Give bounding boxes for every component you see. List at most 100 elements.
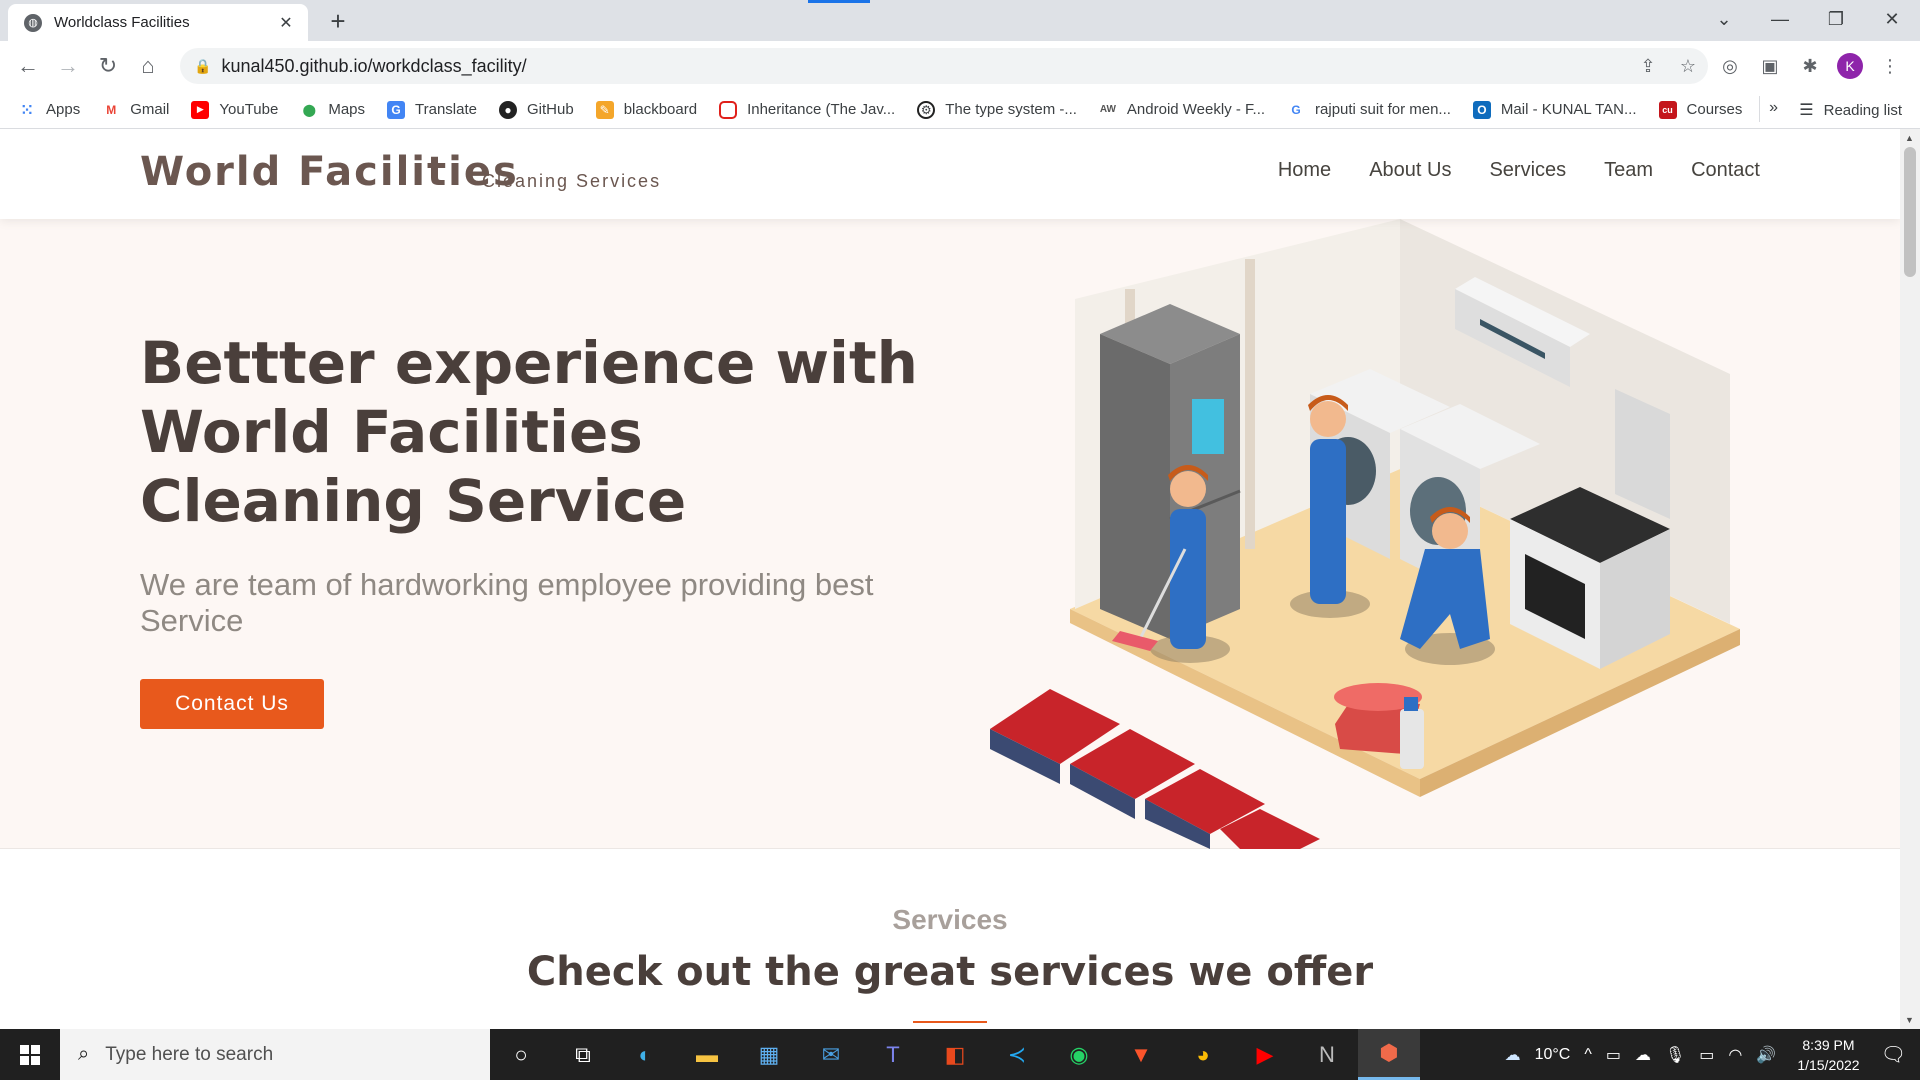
close-window-button[interactable]: ✕: [1864, 9, 1920, 30]
services-heading-underline: [913, 1021, 987, 1023]
onedrive-icon[interactable]: ☁: [1635, 1045, 1651, 1065]
illustration-spray-bottle: [1400, 709, 1424, 769]
window-controls: ⌄ — ❐ ✕: [1696, 0, 1920, 38]
github-icon: ●: [499, 100, 517, 119]
translate-icon: G: [387, 100, 406, 119]
site-logo-subtitle: Cleaning Services: [482, 171, 662, 191]
puzzle-icon[interactable]: ✱: [1790, 56, 1830, 77]
site-logo[interactable]: World Facilities: [140, 149, 519, 195]
kebab-menu-icon[interactable]: ⋮: [1870, 56, 1910, 77]
temperature[interactable]: 10°C: [1535, 1046, 1571, 1064]
lock-icon[interactable]: 🔒: [194, 58, 211, 75]
file-explorer-icon[interactable]: ▬: [676, 1029, 738, 1080]
windows-start-button[interactable]: [0, 1029, 60, 1080]
page-viewport: World Facilities Cleaning Services Home …: [0, 129, 1900, 1029]
volume-icon[interactable]: 🔊: [1756, 1045, 1776, 1065]
mail-icon[interactable]: ✉: [800, 1029, 862, 1080]
bookmark-inheritance[interactable]: Inheritance (The Jav...: [719, 100, 895, 119]
nav-home[interactable]: Home: [1278, 159, 1331, 182]
brave-icon[interactable]: ▼: [1110, 1029, 1172, 1080]
bookmark-android-weekly[interactable]: AW Android Weekly - F...: [1099, 101, 1265, 119]
bookmark-mail[interactable]: O Mail - KUNAL TAN...: [1472, 100, 1637, 119]
task-view-icon[interactable]: ⧉: [552, 1029, 614, 1080]
scroll-up-arrow-icon[interactable]: ▲: [1905, 133, 1914, 143]
tab-drag-indicator: [808, 0, 870, 3]
taskbar-pinned-apps: ○ ⧉ ◐ ▬ ▦ ✉ T ◧ ≺ ◉ ▼ ◕ ▶ N ⬢: [490, 1029, 1420, 1080]
office-icon[interactable]: ◧: [924, 1029, 986, 1080]
contact-us-button[interactable]: Contact Us: [140, 679, 324, 729]
notifications-icon[interactable]: 🗨: [1881, 1042, 1906, 1067]
profile-avatar[interactable]: K: [1837, 53, 1863, 79]
vscode-icon[interactable]: ≺: [986, 1029, 1048, 1080]
bookmark-gmail[interactable]: M Gmail: [102, 101, 169, 119]
bookmark-github[interactable]: ● GitHub: [499, 100, 574, 119]
page-scrollbar[interactable]: ▲ ▼: [1900, 129, 1920, 1029]
tab-title: Worldclass Facilities: [54, 14, 190, 31]
active-app-icon[interactable]: ⬢: [1358, 1029, 1420, 1080]
more-bookmarks-chevron-icon[interactable]: »: [1769, 99, 1778, 117]
google-icon: G: [1291, 102, 1301, 117]
services-section-heading: Check out the great services we offer: [526, 949, 1374, 995]
oracle-icon: [719, 100, 738, 119]
tray-chevron-up-icon[interactable]: ^: [1584, 1046, 1592, 1064]
reload-icon[interactable]: ↻: [88, 46, 128, 86]
edge-icon[interactable]: ◐: [614, 1029, 676, 1080]
reading-list-button[interactable]: ☰ Reading list: [1759, 96, 1902, 122]
notion-icon[interactable]: N: [1296, 1029, 1358, 1080]
close-tab-icon[interactable]: ✕: [276, 13, 296, 33]
nav-about-us[interactable]: About Us: [1369, 159, 1451, 182]
nav-team[interactable]: Team: [1604, 159, 1653, 182]
restore-button[interactable]: ❐: [1808, 9, 1864, 30]
bookmark-type-system[interactable]: ⚙ The type system -...: [917, 100, 1077, 119]
forward-icon[interactable]: →: [48, 46, 88, 86]
site-nav: Home About Us Services Team Contact: [1240, 159, 1760, 182]
bookmark-youtube[interactable]: ▶ YouTube: [191, 100, 278, 119]
battery-icon[interactable]: ▭: [1699, 1045, 1714, 1065]
scroll-thumb[interactable]: [1904, 147, 1916, 277]
bookmark-courses[interactable]: cu Courses: [1658, 100, 1742, 119]
illustration-fridge-dispenser: [1192, 399, 1224, 454]
nav-services[interactable]: Services: [1489, 159, 1566, 182]
new-tab-button[interactable]: +: [324, 6, 352, 37]
reading-list-icon: ☰: [1799, 102, 1814, 119]
microsoft-store-icon[interactable]: ▦: [738, 1029, 800, 1080]
chrome-icon[interactable]: ◕: [1172, 1029, 1234, 1080]
weather-cloud-icon[interactable]: ☁: [1505, 1045, 1521, 1065]
bookmark-apps[interactable]: ⁙ Apps: [18, 101, 81, 119]
address-bar[interactable]: 🔒 kunal450.github.io/workdclass_facility…: [180, 48, 1708, 84]
teams-icon[interactable]: T: [862, 1029, 924, 1080]
wifi-icon[interactable]: ◠: [1728, 1045, 1742, 1065]
whatsapp-icon[interactable]: ◉: [1048, 1029, 1110, 1080]
url-text[interactable]: kunal450.github.io/workdclass_facility/: [221, 56, 1628, 77]
worker-body: [1170, 509, 1206, 649]
worker-head-3: [1432, 513, 1468, 549]
taskbar-search-box[interactable]: ⌕ Type here to search: [60, 1029, 490, 1080]
home-icon[interactable]: ⌂: [128, 46, 168, 86]
windows-taskbar: ⌕ Type here to search ○ ⧉ ◐ ▬ ▦ ✉ T ◧ ≺ …: [0, 1029, 1920, 1080]
share-icon[interactable]: ⇪: [1628, 56, 1668, 77]
taskbar-clock[interactable]: 8:39 PM 1/15/2022: [1797, 1035, 1859, 1075]
tab-search-icon[interactable]: ⌄: [1696, 9, 1752, 30]
illustration-fridge-left: [1100, 334, 1170, 639]
minimize-button[interactable]: —: [1752, 9, 1808, 30]
bookmark-maps[interactable]: ⬤ Maps: [300, 101, 365, 119]
browser-tab-active[interactable]: ◍ Worldclass Facilities ✕: [8, 4, 308, 41]
bookmark-rajputi[interactable]: Grajputi suit for men...: [1287, 101, 1451, 119]
outlook-icon: O: [1472, 100, 1491, 119]
bookmark-translate[interactable]: G Translate: [387, 100, 477, 119]
cortana-icon[interactable]: ○: [490, 1029, 552, 1080]
cleaning-room-illustration: [990, 219, 1740, 849]
back-icon[interactable]: ←: [8, 46, 48, 86]
bookmark-star-icon[interactable]: ☆: [1668, 56, 1708, 77]
youtube-icon: ▶: [191, 100, 210, 119]
toolbar-actions: ◎ ▣ ✱ K ⋮: [1710, 48, 1910, 84]
scroll-down-arrow-icon[interactable]: ▼: [1905, 1015, 1914, 1025]
bookmark-blackboard[interactable]: ✎ blackboard: [595, 100, 697, 119]
youtube-app-icon[interactable]: ▶: [1234, 1029, 1296, 1080]
meet-now-icon[interactable]: ▭: [1606, 1045, 1621, 1065]
extension-icon[interactable]: ◎: [1710, 56, 1750, 77]
nav-contact[interactable]: Contact: [1691, 159, 1760, 182]
clock-time: 8:39 PM: [1802, 1036, 1855, 1053]
extension-2-icon[interactable]: ▣: [1750, 56, 1790, 77]
microphone-icon[interactable]: 🎙: [1665, 1045, 1685, 1065]
